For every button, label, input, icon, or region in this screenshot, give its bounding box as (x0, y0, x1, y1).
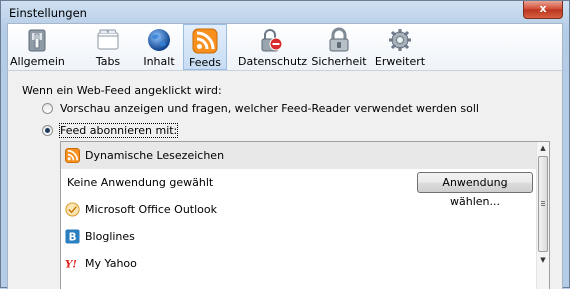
choose-application-button[interactable]: Anwendung wählen... (417, 172, 533, 208)
list-item-outlook[interactable]: Microsoft Office Outlook (61, 196, 537, 223)
feeds-panel: Wenn ein Web-Feed angeklickt wird: Vorsc… (7, 71, 563, 289)
tab-erweitert[interactable]: Erweitert (374, 24, 426, 70)
tab-label: Sicherheit (311, 55, 367, 68)
list-item-label: Keine Anwendung gewählt (67, 176, 214, 189)
feeds-intro-label: Wenn ein Web-Feed angeklickt wird: (22, 84, 222, 97)
tab-datenschutz[interactable]: Datenschutz (238, 24, 308, 70)
radio-preview[interactable]: Vorschau anzeigen und fragen, welcher Fe… (42, 102, 479, 117)
list-item-my-yahoo[interactable]: Y! My Yahoo (61, 250, 537, 277)
radio-subscribe[interactable]: Feed abonnieren mit: (42, 123, 179, 139)
radio-subscribe-button[interactable] (42, 125, 53, 136)
tab-label: Inhalt (143, 55, 175, 68)
radio-preview-label: Vorschau anzeigen und fragen, welcher Fe… (60, 102, 479, 115)
rss-feed-icon (192, 28, 218, 54)
list-item-bloglines[interactable]: B Bloglines (61, 223, 537, 250)
window-title: Einstellungen (9, 6, 87, 20)
svg-text:Y!: Y! (65, 258, 77, 270)
thumb-grip-line (541, 205, 545, 206)
close-button[interactable]: x (523, 1, 563, 19)
scroll-up-arrow-icon[interactable]: ▲ (537, 142, 549, 155)
rss-feed-icon (65, 148, 80, 163)
list-item-label: Microsoft Office Outlook (85, 203, 217, 216)
list-item-no-application[interactable]: Keine Anwendung gewählt Anwendung wählen… (61, 169, 537, 208)
list-scrollbar[interactable]: ▲ ▼ (536, 142, 549, 289)
yahoo-icon: Y! (65, 258, 77, 270)
settings-window: Einstellungen x Allgemein Tabs Inhalt Fe… (0, 0, 570, 289)
svg-text:B: B (69, 232, 77, 244)
globe-icon (148, 29, 170, 51)
title-bar: Einstellungen x (1, 1, 569, 25)
list-item-label: Dynamische Lesezeichen (85, 149, 225, 162)
radio-preview-button[interactable] (42, 103, 53, 114)
tab-inhalt[interactable]: Inhalt (136, 24, 182, 70)
list-item-dynamic-bookmarks[interactable]: Dynamische Lesezeichen (61, 142, 537, 169)
outlook-icon (65, 202, 80, 217)
tab-feeds[interactable]: Feeds (183, 24, 227, 70)
tab-label: Datenschutz (238, 55, 308, 68)
thumb-grip-line (541, 203, 545, 204)
feed-reader-list: Dynamische Lesezeichen Keine Anwendung g… (60, 141, 550, 289)
bloglines-icon: B (65, 229, 80, 244)
tab-label: Erweitert (374, 55, 426, 68)
gear-icon (389, 29, 411, 51)
scrollbar-thumb[interactable] (538, 156, 548, 252)
thumb-grip-line (541, 201, 545, 202)
tab-tabs[interactable]: Tabs (86, 24, 130, 70)
list-item-label: Bloglines (85, 230, 135, 243)
list-item-label: My Yahoo (85, 257, 137, 270)
privacy-icon (261, 29, 283, 52)
tab-label: Allgemein (10, 55, 65, 68)
tabs-icon (97, 29, 119, 50)
tab-sicherheit[interactable]: Sicherheit (310, 24, 368, 70)
general-switch-icon (28, 29, 46, 52)
tab-label: Tabs (95, 55, 121, 68)
scroll-down-arrow-icon[interactable]: ▼ (537, 254, 549, 267)
settings-toolbar: Allgemein Tabs Inhalt Feeds Datenschutz … (7, 23, 563, 71)
tab-label: Feeds (189, 56, 221, 69)
padlock-icon (329, 27, 349, 52)
radio-subscribe-label: Feed abonnieren mit: (58, 123, 179, 138)
tab-allgemein[interactable]: Allgemein (10, 24, 65, 70)
